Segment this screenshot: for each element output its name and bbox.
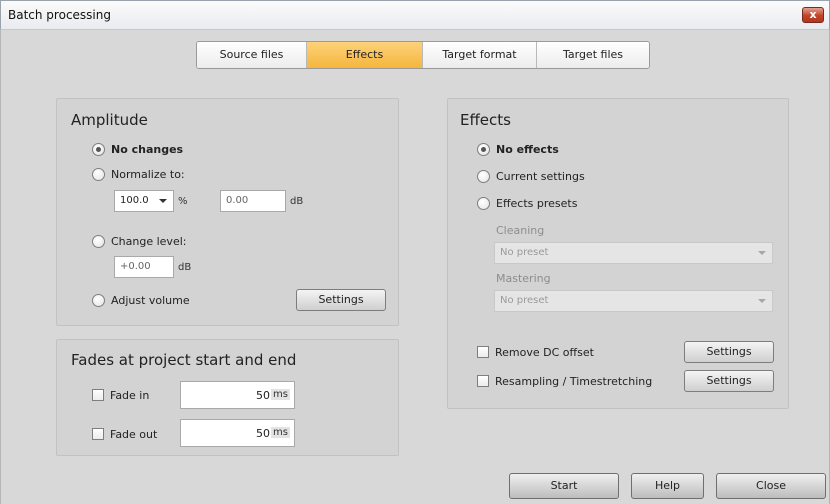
help-button[interactable]: Help <box>631 473 704 499</box>
no-effects-label: No effects <box>496 142 559 156</box>
close-button[interactable]: Close <box>716 473 826 499</box>
effects-presets-radio[interactable] <box>477 196 490 210</box>
close-window-icon[interactable]: x <box>802 7 824 23</box>
normalize-db-unit: dB <box>290 196 304 207</box>
tab-source-files[interactable]: Source files <box>197 42 307 68</box>
start-button[interactable]: Start <box>509 473 619 499</box>
resampling-checkbox[interactable] <box>477 375 489 387</box>
fade-out-unit: ms <box>271 427 290 438</box>
fade-in-option[interactable]: Fade in <box>92 387 149 403</box>
change-level-radio[interactable] <box>92 234 105 248</box>
no-changes-option[interactable]: No changes <box>92 141 183 157</box>
normalize-percent-combo[interactable]: 100.0 <box>114 190 174 212</box>
change-level-unit: dB <box>178 262 192 273</box>
title-bar: Batch processing x <box>0 0 830 30</box>
fade-out-value: 50 <box>256 427 270 440</box>
normalize-db-input[interactable]: 0.00 <box>220 190 286 212</box>
normalize-percent-value: 100.0 <box>120 195 149 206</box>
cleaning-preset-value: No preset <box>500 247 549 258</box>
no-changes-label: No changes <box>111 142 184 156</box>
tab-bar: Source files Effects Target format Targe… <box>196 41 650 69</box>
effects-presets-option[interactable]: Effects presets <box>477 195 577 211</box>
fades-title: Fades at project start and end <box>71 351 297 369</box>
current-settings-option[interactable]: Current settings <box>477 168 585 184</box>
chevron-down-icon <box>758 299 766 303</box>
tab-target-format[interactable]: Target format <box>423 42 537 68</box>
normalize-label: Normalize to: <box>111 167 185 181</box>
change-level-label: Change level: <box>111 234 187 248</box>
amplitude-settings-button[interactable]: Settings <box>296 289 386 311</box>
effects-presets-label: Effects presets <box>496 196 578 210</box>
cleaning-preset-combo[interactable]: No preset <box>494 242 773 264</box>
tab-target-files[interactable]: Target files <box>537 42 649 68</box>
fade-out-label: Fade out <box>110 427 158 441</box>
fade-out-input[interactable]: 50 ms <box>180 419 295 447</box>
current-settings-label: Current settings <box>496 169 585 183</box>
no-effects-radio[interactable] <box>477 142 490 156</box>
adjust-volume-radio[interactable] <box>92 293 105 307</box>
fade-in-label: Fade in <box>110 388 150 402</box>
normalize-option[interactable]: Normalize to: <box>92 166 185 182</box>
fade-in-unit: ms <box>271 389 290 400</box>
mastering-preset-value: No preset <box>500 295 549 306</box>
change-level-option[interactable]: Change level: <box>92 233 186 249</box>
current-settings-radio[interactable] <box>477 169 490 183</box>
adjust-volume-label: Adjust volume <box>111 293 190 307</box>
effects-title: Effects <box>460 111 511 129</box>
mastering-label: Mastering <box>496 272 551 285</box>
no-effects-option[interactable]: No effects <box>477 141 559 157</box>
adjust-volume-option[interactable]: Adjust volume <box>92 292 190 308</box>
remove-dc-offset-option[interactable]: Remove DC offset <box>477 344 594 360</box>
fade-in-value: 50 <box>256 389 270 402</box>
tab-effects[interactable]: Effects <box>307 42 423 68</box>
resampling-option[interactable]: Resampling / Timestretching <box>477 373 652 389</box>
normalize-radio[interactable] <box>92 167 105 181</box>
fade-out-checkbox[interactable] <box>92 428 104 440</box>
cleaning-label: Cleaning <box>496 224 545 237</box>
remove-dc-offset-checkbox[interactable] <box>477 346 489 358</box>
fade-in-input[interactable]: 50 ms <box>180 381 295 409</box>
resampling-label: Resampling / Timestretching <box>495 374 653 388</box>
amplitude-title: Amplitude <box>71 111 148 129</box>
dc-offset-settings-button[interactable]: Settings <box>684 341 774 363</box>
chevron-down-icon <box>159 199 167 203</box>
change-level-input[interactable]: +0.00 <box>114 256 174 278</box>
no-changes-radio[interactable] <box>92 142 105 156</box>
fade-in-checkbox[interactable] <box>92 389 104 401</box>
resampling-settings-button[interactable]: Settings <box>684 370 774 392</box>
fade-out-option[interactable]: Fade out <box>92 426 157 442</box>
percent-unit: % <box>178 196 188 207</box>
chevron-down-icon <box>758 251 766 255</box>
mastering-preset-combo[interactable]: No preset <box>494 290 773 312</box>
window-title: Batch processing <box>8 8 111 22</box>
remove-dc-offset-label: Remove DC offset <box>495 345 594 359</box>
